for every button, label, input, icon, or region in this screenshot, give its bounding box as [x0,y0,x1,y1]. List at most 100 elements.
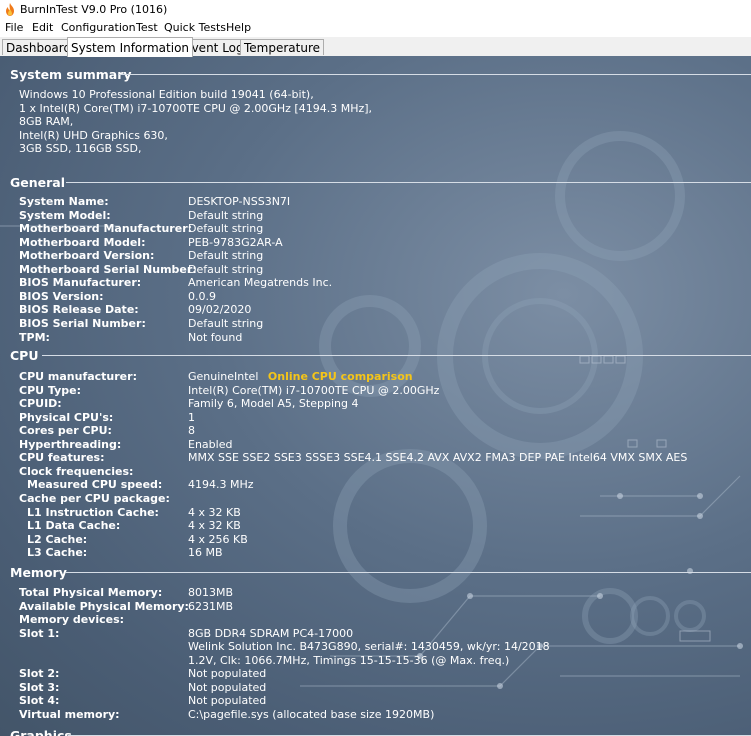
row-value: Default string [188,249,264,263]
section-header-graphics: Graphics [10,727,751,736]
row-value: American Megatrends Inc. [188,276,333,290]
row-label: CPU manufacturer: [19,370,137,383]
row-value: 4 x 32 KB [188,505,241,519]
row-value: 4194.3 MHz [188,478,254,492]
online-cpu-comparison-link[interactable]: Online CPU comparison [268,370,413,383]
row-label: System Model: [19,208,111,222]
tab-temperature[interactable]: Temperature [240,39,325,55]
row-value: Family 6, Model A5, Stepping 4 [188,397,359,411]
row-label: Measured CPU speed: [27,478,163,492]
section-title: CPU [10,347,39,363]
row-label: Available Physical Memory: [19,599,189,613]
row-value: Not populated [188,680,267,694]
section-divider [66,182,751,183]
row-label: BIOS Manufacturer: [19,276,142,290]
summary-ram: 8GB RAM, [19,115,74,128]
row-value: C:\pagefile.sys (allocated base size 192… [188,707,435,721]
row-label: Cores per CPU: [19,424,112,438]
row-label: Clock frequencies: [19,464,134,478]
row-label: L1 Instruction Cache: [27,505,159,519]
tab-dashboard[interactable]: Dashboard [2,39,76,55]
row-label: L2 Cache: [27,532,88,546]
tab-bar: Dashboard System Information Event Log T… [0,37,751,57]
row-value: Default string [188,208,264,222]
row-value: Enabled [188,437,233,451]
row-value: Welink Solution Inc. B473G890, serial#: … [188,640,550,654]
row-value: 0.0.9 [188,289,216,303]
system-information-panel[interactable]: System summary Windows 10 Professional E… [0,56,751,736]
row-value: Not populated [188,694,267,708]
section-title: Graphics [10,727,72,736]
row-value: 8 [188,424,195,438]
row-value: 09/02/2020 [188,303,252,317]
section-header-general: General [10,174,751,190]
row-label: Cache per CPU package: [19,491,170,505]
row-label: Slot 2: [19,667,60,681]
row-value: 8013MB [188,586,234,599]
row-label: Memory devices: [19,613,125,627]
row-label: Hyperthreading: [19,437,122,451]
row-value: Not found [188,330,243,344]
row-value: PEB-9783G2AR-A [188,235,283,249]
summary-graphics: Intel(R) UHD Graphics 630, [19,129,168,142]
row-value: Default string [188,222,264,236]
menu-file[interactable]: File [5,21,23,34]
row-value: GenuineIntel Online CPU comparison [188,370,413,384]
section-divider [42,355,751,356]
summary-cpu: 1 x Intel(R) Core(TM) i7-10700TE CPU @ 2… [19,102,373,115]
row-value: Default string [188,262,264,276]
tab-system-information[interactable]: System Information [67,37,194,57]
row-label: Physical CPU's: [19,410,114,424]
row-label: Motherboard Serial Number: [19,262,197,276]
menu-test[interactable]: Test [136,21,158,34]
row-label: Motherboard Manufacturer: [19,222,193,236]
row-value: 1 [188,410,195,424]
row-value: 4 x 256 KB [188,532,248,546]
row-label: CPUID: [19,397,62,411]
row-label: CPU features: [19,451,105,465]
row-label: L3 Cache: [27,546,88,560]
menu-configuration[interactable]: Configuration [61,21,136,34]
row-value: 1.2V, Clk: 1066.7MHz, Timings 15-15-15-3… [188,653,510,667]
row-label: Motherboard Model: [19,235,146,249]
section-title: Memory [10,564,67,580]
menu-help[interactable]: Help [226,21,251,34]
row-label: CPU Type: [19,383,81,397]
row-value: 16 MB [188,546,223,560]
row-value: 6231MB [188,599,234,613]
section-divider [65,572,751,573]
summary-storage: 3GB SSD, 116GB SSD, [19,142,142,155]
flame-app-icon [6,3,14,16]
row-label: L1 Data Cache: [27,519,121,533]
row-value: Intel(R) Core(TM) i7-10700TE CPU @ 2.00G… [188,383,440,397]
row-label: System Name: [19,195,109,208]
row-label: BIOS Release Date: [19,303,139,317]
window-title: BurnInTest V9.0 Pro (1016) [20,3,168,16]
section-header-cpu: CPU [10,347,751,363]
row-value: DESKTOP-NSS3N7I [188,195,291,208]
menu-quick-tests[interactable]: Quick Tests [164,21,226,34]
row-label: BIOS Version: [19,289,104,303]
cpu-manufacturer-value: GenuineIntel [188,370,259,383]
row-value: MMX SSE SSE2 SSE3 SSSE3 SSE4.1 SSE4.2 AV… [188,451,688,465]
section-header-memory: Memory [10,564,751,580]
section-header-system-summary: System summary [10,66,751,82]
row-label: BIOS Serial Number: [19,316,146,330]
row-label: Motherboard Version: [19,249,155,263]
summary-os: Windows 10 Professional Edition build 19… [19,88,314,101]
row-value: 8GB DDR4 SDRAM PC4-17000 [188,626,354,640]
menu-bar: File Edit Configuration Test Quick Tests… [0,19,751,37]
row-value: 4 x 32 KB [188,519,241,533]
row-label: Slot 4: [19,694,60,708]
row-label: Slot 3: [19,680,60,694]
row-label: Total Physical Memory: [19,586,163,599]
menu-edit[interactable]: Edit [32,21,53,34]
section-divider [118,74,751,75]
section-title: System summary [10,66,132,82]
row-label: Slot 1: [19,626,60,640]
row-label: Virtual memory: [19,707,120,721]
row-value: Default string [188,316,264,330]
title-bar: BurnInTest V9.0 Pro (1016) [0,0,751,19]
row-label: TPM: [19,330,50,344]
section-title: General [10,174,65,190]
